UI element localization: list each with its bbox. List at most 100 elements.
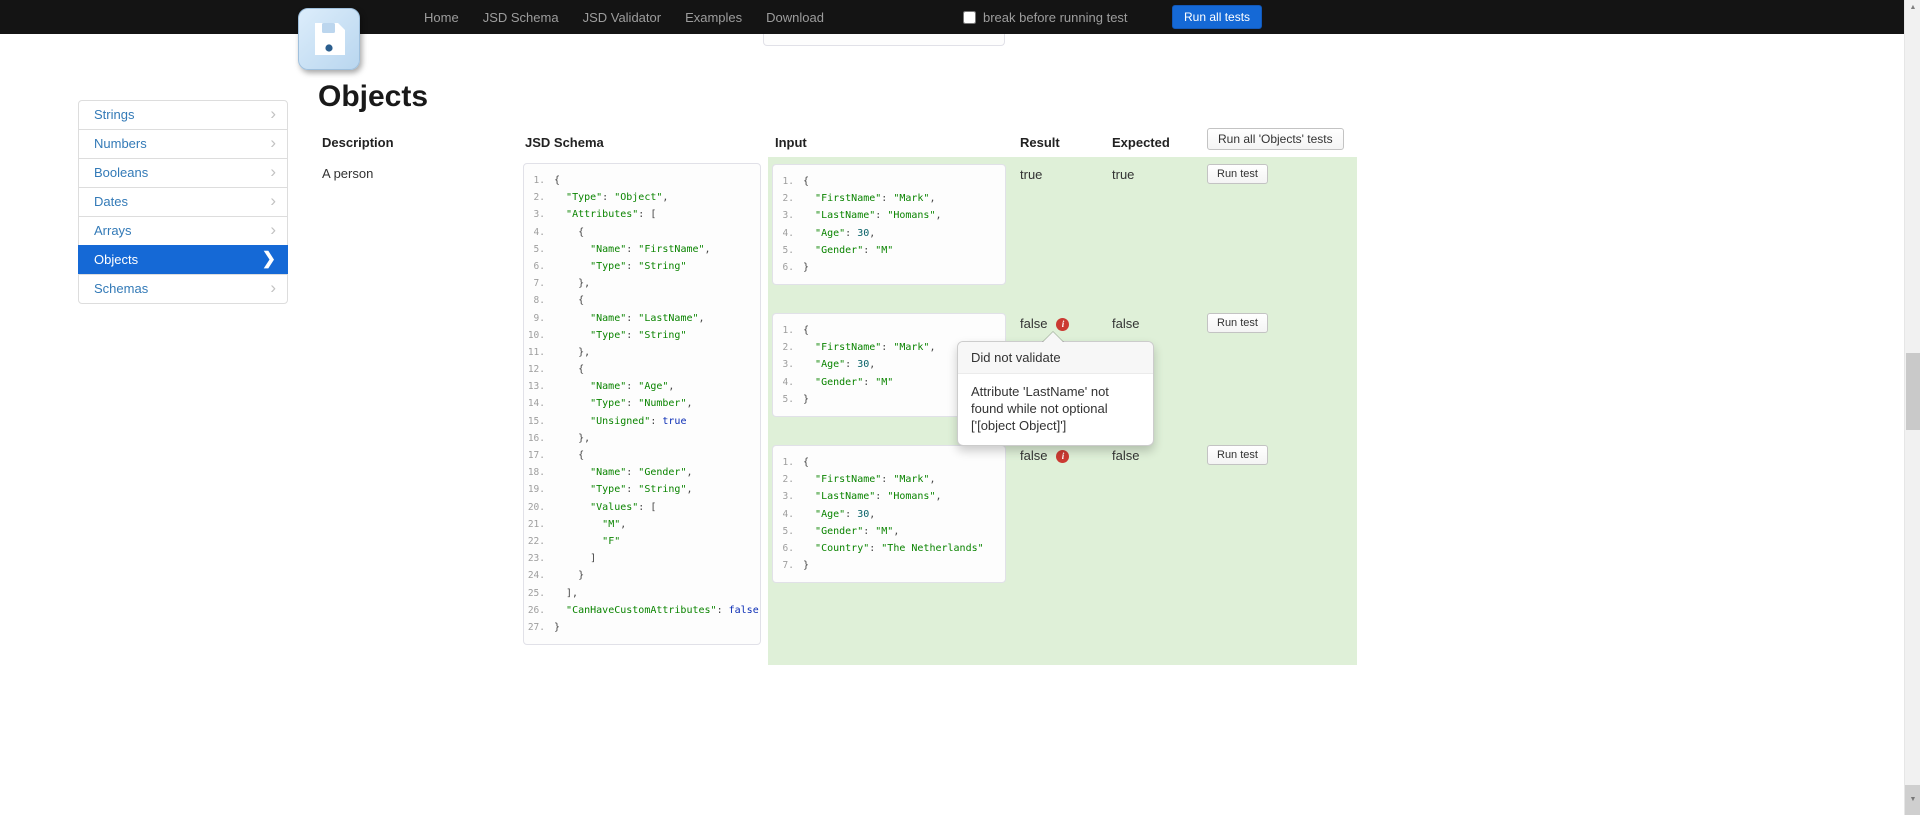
code-line: 24. } <box>524 567 760 584</box>
nav-item-jsd-validator[interactable]: JSD Validator <box>571 10 674 25</box>
code-line: 4. "Age": 30, <box>773 225 1005 242</box>
popover-title: Did not validate <box>958 342 1153 374</box>
column-header-description: Description <box>322 135 394 150</box>
line-number: 2. <box>773 339 803 356</box>
line-number: 4. <box>773 225 803 242</box>
run-test-button[interactable]: Run test <box>1207 445 1268 465</box>
sidebar-item-arrays[interactable]: Arrays › <box>78 216 288 246</box>
sidebar-item-strings[interactable]: Strings › <box>78 100 288 130</box>
nav-item-jsd-schema[interactable]: JSD Schema <box>471 10 571 25</box>
sidebar-nav: Strings › Numbers › Booleans › Dates › A… <box>78 100 288 304</box>
line-number: 3. <box>773 488 803 505</box>
sidebar-item-schemas[interactable]: Schemas › <box>78 274 288 304</box>
line-number: 5. <box>773 242 803 259</box>
code-line: 1.{ <box>773 322 1005 339</box>
line-number: 26. <box>524 602 554 619</box>
run-group-tests-button[interactable]: Run all 'Objects' tests <box>1207 128 1344 150</box>
result-value: false <box>1020 316 1047 331</box>
schema-code-block: 1.{2. "Type": "Object",3. "Attributes": … <box>523 163 761 645</box>
line-number: 14. <box>524 395 554 412</box>
line-number: 23. <box>524 550 554 567</box>
code-line: 1.{ <box>773 173 1005 190</box>
line-number: 4. <box>524 224 554 241</box>
line-number: 5. <box>773 391 803 408</box>
sidebar-item-dates[interactable]: Dates › <box>78 187 288 217</box>
expected-value: true <box>1112 167 1134 182</box>
break-before-test-checkbox[interactable] <box>963 11 976 24</box>
column-header-result: Result <box>1020 135 1060 150</box>
sidebar-item-label: Schemas <box>94 281 148 296</box>
code-line: 22. "F" <box>524 533 760 550</box>
expected-value: false <box>1112 316 1139 331</box>
chevron-right-icon: ❯ <box>262 245 276 273</box>
code-line: 2. "FirstName": "Mark", <box>773 471 1005 488</box>
line-number: 10. <box>524 327 554 344</box>
top-navbar: Home JSD Schema JSD Validator Examples D… <box>0 0 1904 34</box>
line-number: 1. <box>773 322 803 339</box>
code-line: 5. "Gender": "M", <box>773 523 1005 540</box>
sidebar-item-label: Objects <box>94 252 138 267</box>
navbar-controls: break before running test <box>963 0 1128 34</box>
chevron-right-icon: › <box>270 216 276 244</box>
line-number: 13. <box>524 378 554 395</box>
site-logo[interactable] <box>298 8 360 70</box>
nav-item-examples[interactable]: Examples <box>673 10 754 25</box>
error-info-badge[interactable]: i <box>1056 318 1069 331</box>
line-number: 16. <box>524 430 554 447</box>
code-line: 3. "LastName": "Homans", <box>773 207 1005 224</box>
code-line: 26. "CanHaveCustomAttributes": false <box>524 602 760 619</box>
scroll-up-arrow-icon[interactable]: ▲ <box>1905 0 1920 16</box>
scroll-down-arrow-icon[interactable]: ▼ <box>1905 785 1920 815</box>
line-number: 6. <box>773 259 803 276</box>
popover-message: Attribute 'LastName' not found while not… <box>958 374 1153 445</box>
expected-value: false <box>1112 448 1139 463</box>
line-number: 15. <box>524 413 554 430</box>
code-line: 23. ] <box>524 550 760 567</box>
error-info-badge[interactable]: i <box>1056 450 1069 463</box>
line-number: 11. <box>524 344 554 361</box>
result-cell: falsei <box>1020 316 1069 331</box>
code-line: 6.} <box>773 259 1005 276</box>
test-description: A person <box>322 166 373 181</box>
validation-popover: Did not validate Attribute 'LastName' no… <box>957 341 1154 446</box>
chevron-right-icon: › <box>270 129 276 157</box>
code-line: 11. }, <box>524 344 760 361</box>
code-line: 27.} <box>524 619 760 636</box>
line-number: 9. <box>524 310 554 327</box>
line-number: 2. <box>524 189 554 206</box>
line-number: 21. <box>524 516 554 533</box>
line-number: 1. <box>524 172 554 189</box>
run-test-button[interactable]: Run test <box>1207 313 1268 333</box>
code-line: 5. "Gender": "M" <box>773 242 1005 259</box>
line-number: 24. <box>524 567 554 584</box>
sidebar-item-objects[interactable]: Objects ❯ <box>78 245 288 275</box>
chevron-right-icon: › <box>270 100 276 128</box>
scrollbar[interactable]: ▲ ▼ <box>1904 0 1920 815</box>
chevron-right-icon: › <box>270 274 276 302</box>
sidebar-item-label: Booleans <box>94 165 148 180</box>
line-number: 7. <box>773 557 803 574</box>
run-test-button[interactable]: Run test <box>1207 164 1268 184</box>
code-line: 1.{ <box>773 454 1005 471</box>
code-line: 9. "Name": "LastName", <box>524 310 760 327</box>
code-line: 3. "LastName": "Homans", <box>773 488 1005 505</box>
line-number: 1. <box>773 454 803 471</box>
code-line: 6. "Type": "String" <box>524 258 760 275</box>
nav-item-download[interactable]: Download <box>754 10 836 25</box>
sidebar-item-booleans[interactable]: Booleans › <box>78 158 288 188</box>
scrollbar-thumb[interactable] <box>1906 353 1920 430</box>
line-number: 3. <box>524 206 554 223</box>
sidebar-item-label: Numbers <box>94 136 147 151</box>
code-line: 7.} <box>773 557 1005 574</box>
code-line: 2. "Type": "Object", <box>524 189 760 206</box>
code-line: 2. "FirstName": "Mark", <box>773 190 1005 207</box>
code-line: 16. }, <box>524 430 760 447</box>
line-number: 2. <box>773 190 803 207</box>
nav-item-home[interactable]: Home <box>412 10 471 25</box>
sidebar-item-numbers[interactable]: Numbers › <box>78 129 288 159</box>
code-line: 13. "Name": "Age", <box>524 378 760 395</box>
break-before-test-label: break before running test <box>983 10 1128 25</box>
line-number: 22. <box>524 533 554 550</box>
code-line: 6. "Country": "The Netherlands" <box>773 540 1005 557</box>
run-all-tests-button[interactable]: Run all tests <box>1172 5 1262 29</box>
